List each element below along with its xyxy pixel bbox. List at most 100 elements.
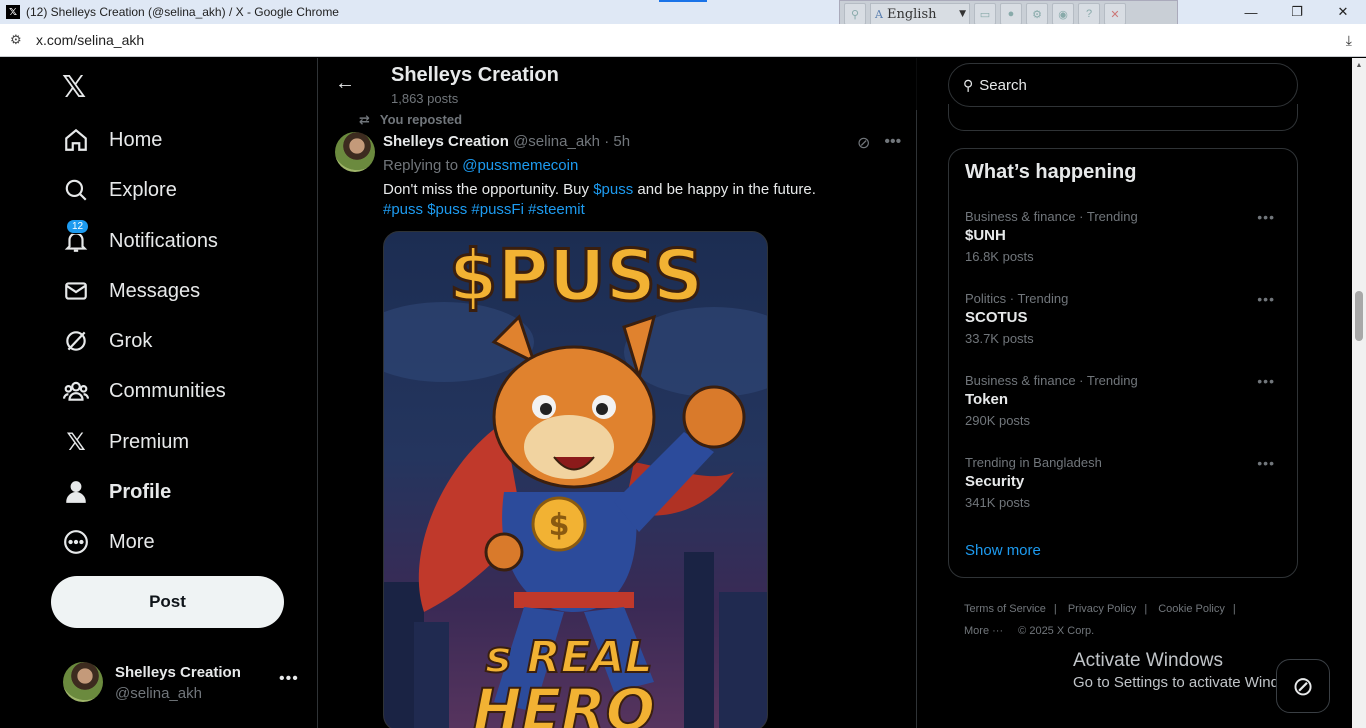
home-icon bbox=[62, 126, 90, 154]
trend-context: Trending in Bangladesh bbox=[965, 455, 1102, 470]
tweet-text: Don't miss the opportunity. Buy $puss an… bbox=[383, 180, 893, 220]
keyboard-icon[interactable]: ▭ bbox=[974, 3, 996, 25]
mail-icon bbox=[62, 277, 90, 305]
site-settings-icon[interactable]: ⚙ bbox=[10, 32, 26, 48]
tweet-image[interactable]: $ $PUSS s REAL HERO bbox=[383, 231, 768, 728]
url-text[interactable]: x.com/selina_akh bbox=[36, 32, 144, 48]
windows-activation-watermark: Activate Windows Go to Settings to activ… bbox=[1073, 650, 1310, 691]
grok-floating-button[interactable]: ⊘ bbox=[1276, 659, 1330, 713]
repost-label: You reposted bbox=[379, 112, 463, 127]
trend-topic: $UNH bbox=[965, 227, 1006, 244]
nav-label: Grok bbox=[109, 329, 153, 352]
account-name: Shelleys Creation bbox=[115, 664, 241, 681]
close-toolbar-icon[interactable]: ✕ bbox=[1104, 3, 1126, 25]
input-mode-icon[interactable]: ● bbox=[1000, 3, 1022, 25]
language-bar-icon[interactable]: ⚲ bbox=[844, 3, 866, 25]
account-switcher[interactable]: Shelleys Creation @selina_akh ••• bbox=[63, 662, 303, 706]
trend-count: 290K posts bbox=[965, 413, 1031, 428]
tweet-text-before: Don't miss the opportunity. Buy bbox=[383, 181, 590, 198]
window-title: (12) Shelleys Creation (@selina_akh) / X… bbox=[26, 5, 339, 19]
nav-label: More bbox=[109, 530, 155, 553]
account-handle: @selina_akh bbox=[115, 685, 202, 702]
settings-gear-icon[interactable]: ⚙ bbox=[1026, 3, 1048, 25]
page-scrollbar[interactable]: ▲ bbox=[1352, 58, 1366, 728]
page-title: Shelleys Creation bbox=[391, 64, 559, 86]
tab-indicator bbox=[659, 0, 707, 2]
tweet-time[interactable]: · 5h bbox=[604, 133, 630, 150]
trend-item[interactable]: Business & finance · Trending Token 290K… bbox=[965, 373, 1283, 443]
nav-item-grok[interactable]: Grok bbox=[62, 321, 152, 361]
more-dots-icon[interactable]: ••• bbox=[1257, 373, 1275, 389]
nav-item-more[interactable]: More bbox=[62, 522, 155, 562]
nav-item-premium[interactable]: 𝕏 Premium bbox=[62, 422, 189, 462]
trend-topic: Security bbox=[965, 473, 1025, 490]
previous-card-edge bbox=[948, 104, 1298, 131]
back-arrow-icon[interactable]: ← bbox=[335, 72, 355, 95]
replying-prefix: Replying to bbox=[383, 157, 459, 174]
more-dots-icon[interactable]: ••• bbox=[1257, 209, 1275, 225]
x-logo-icon[interactable]: 𝕏 bbox=[62, 70, 86, 105]
replying-to-link[interactable]: @pussmemecoin bbox=[462, 157, 578, 174]
scrollbar-thumb[interactable] bbox=[1355, 291, 1363, 341]
search-icon: ⚲ bbox=[963, 76, 974, 93]
hashtags[interactable]: #puss $puss #pussFi #steemit bbox=[383, 201, 585, 218]
show-more-link[interactable]: Show more bbox=[965, 542, 1041, 559]
trend-count: 16.8K posts bbox=[965, 249, 1034, 264]
copyright: © 2025 X Corp. bbox=[1018, 625, 1095, 637]
privacy-link[interactable]: Privacy Policy bbox=[1068, 603, 1136, 615]
nav-item-explore[interactable]: Explore bbox=[62, 170, 177, 210]
avatar[interactable] bbox=[335, 132, 375, 172]
more-dots-icon[interactable]: ••• bbox=[1257, 291, 1275, 307]
tweet-handle[interactable]: @selina_akh bbox=[513, 133, 600, 150]
grok-explain-icon[interactable]: ⊘ bbox=[857, 133, 870, 153]
trend-item[interactable]: Business & finance · Trending $UNH 16.8K… bbox=[965, 209, 1283, 279]
cashtag-link[interactable]: $puss bbox=[593, 181, 633, 198]
nav-item-communities[interactable]: Communities bbox=[62, 371, 226, 411]
search-input[interactable]: ⚲ Search bbox=[948, 63, 1298, 107]
language-selector[interactable]: A English ▼ bbox=[870, 3, 970, 25]
download-icon[interactable]: ⤓ bbox=[1346, 32, 1352, 49]
address-bar[interactable]: ⚙ x.com/selina_akh ⤓ bbox=[0, 24, 1366, 57]
nav-item-profile[interactable]: Profile bbox=[62, 472, 171, 512]
nav-item-home[interactable]: Home bbox=[62, 120, 162, 160]
footer-more-link[interactable]: More ··· bbox=[964, 625, 1003, 637]
trend-item[interactable]: Trending in Bangladesh Security 341K pos… bbox=[965, 455, 1283, 525]
repost-icon: ⇄ bbox=[359, 112, 370, 127]
minimize-icon[interactable]: — bbox=[1228, 0, 1274, 24]
avatar bbox=[63, 662, 103, 702]
nav-label: Notifications bbox=[109, 229, 218, 252]
trend-item[interactable]: Politics · Trending SCOTUS 33.7K posts •… bbox=[965, 291, 1283, 361]
trend-context: Politics · Trending bbox=[965, 291, 1069, 306]
nav-item-notifications[interactable]: 12 Notifications bbox=[62, 219, 218, 261]
more-dots-icon[interactable]: ••• bbox=[1257, 455, 1275, 471]
puss-hero-illustration: $ $PUSS s REAL HERO bbox=[384, 234, 767, 728]
terms-link[interactable]: Terms of Service bbox=[964, 603, 1046, 615]
tweet-actions: ⊘ ••• bbox=[857, 133, 901, 153]
sidebar-footer: Terms of Service | Privacy Policy | Cookie… bbox=[964, 603, 1236, 637]
scroll-up-arrow-icon[interactable]: ▲ bbox=[1352, 58, 1366, 72]
activate-line1: Activate Windows bbox=[1073, 650, 1223, 671]
repost-indicator: ⇄ You reposted bbox=[359, 112, 462, 128]
trend-count: 33.7K posts bbox=[965, 331, 1034, 346]
restore-icon[interactable]: ❐ bbox=[1274, 0, 1320, 24]
image-bottom-text-2: HERO bbox=[473, 676, 655, 728]
tools-icon[interactable]: ◉ bbox=[1052, 3, 1074, 25]
image-title-text: $PUSS bbox=[449, 235, 704, 317]
replying-to: Replying to @pussmemecoin bbox=[383, 157, 578, 174]
trend-topic: Token bbox=[965, 391, 1009, 408]
tweet-author[interactable]: Shelleys Creation bbox=[383, 133, 509, 150]
post-button[interactable]: Post bbox=[51, 576, 284, 628]
more-dots-icon[interactable]: ••• bbox=[279, 670, 299, 688]
nav-item-messages[interactable]: Messages bbox=[62, 271, 200, 311]
left-nav: 𝕏 Home Explore 12 Notifications Messages… bbox=[0, 58, 318, 728]
cookie-link[interactable]: Cookie Policy bbox=[1158, 603, 1225, 615]
more-dots-icon[interactable]: ••• bbox=[884, 133, 901, 153]
nav-label: Profile bbox=[109, 480, 172, 503]
whats-happening: What’s happening Business & finance · Tr… bbox=[948, 148, 1298, 578]
grok-icon bbox=[62, 327, 90, 355]
x-favicon-icon: 𝕏 bbox=[6, 5, 20, 19]
x-app: 𝕏 Home Explore 12 Notifications Messages… bbox=[0, 58, 1352, 728]
close-icon[interactable]: ✕ bbox=[1320, 0, 1366, 24]
trend-topic: SCOTUS bbox=[965, 309, 1028, 326]
help-icon[interactable]: ? bbox=[1078, 3, 1100, 25]
